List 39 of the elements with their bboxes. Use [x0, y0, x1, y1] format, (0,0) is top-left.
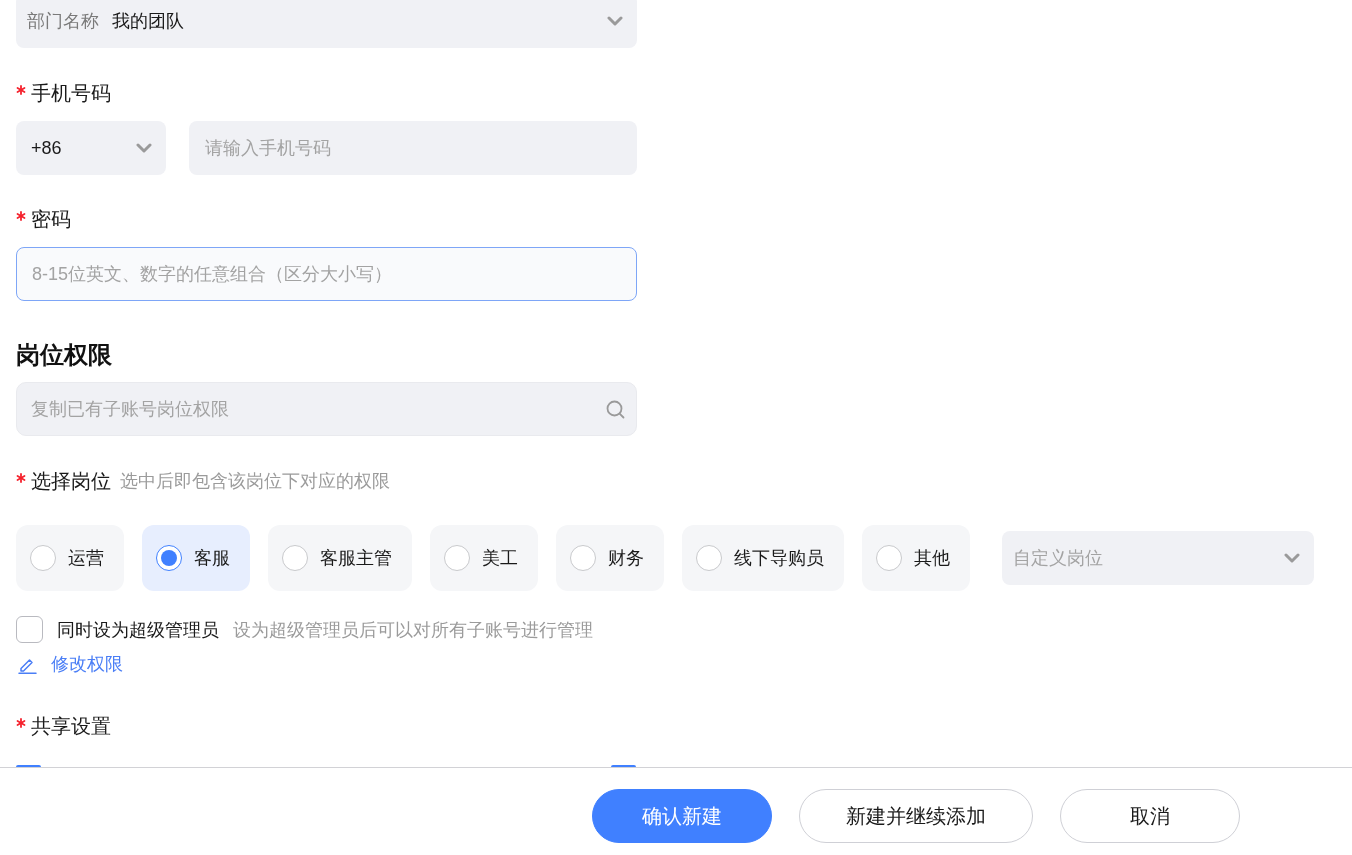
position-option[interactable]: 其他 [862, 525, 970, 591]
select-value: 我的团队 [112, 10, 184, 33]
edit-permissions-link[interactable]: 修改权限 [51, 652, 123, 676]
phone-input[interactable]: 请输入手机号码 [189, 121, 637, 175]
chevron-down-icon [607, 16, 623, 26]
position-option[interactable]: 客服 [142, 525, 250, 591]
position-option[interactable]: 财务 [556, 525, 664, 591]
position-option[interactable]: 美工 [430, 525, 538, 591]
chevron-down-icon [1284, 553, 1300, 563]
radio-icon [570, 545, 596, 571]
radio-icon [30, 545, 56, 571]
checkbox[interactable] [16, 616, 43, 643]
position-option[interactable]: 线下导购员 [682, 525, 844, 591]
position-option[interactable]: 客服主管 [268, 525, 412, 591]
field-label: 选择岗位 [31, 468, 111, 494]
hint-text: 选中后即包含该岗位下对应的权限 [120, 470, 390, 493]
confirm-button[interactable]: 确认新建 [592, 789, 772, 843]
radio-icon [444, 545, 470, 571]
search-field[interactable]: 复制已有子账号岗位权限 [16, 382, 637, 436]
secondary-button[interactable]: 取消 [1060, 789, 1240, 843]
section-title: 岗位权限 [16, 340, 112, 370]
field-label: 密码 [31, 206, 71, 232]
secondary-button[interactable]: 新建并继续添加 [799, 789, 1033, 843]
field-label: 手机号码 [31, 80, 111, 106]
chevron-down-icon [136, 143, 152, 153]
department-select[interactable]: 部门名称 我的团队 [16, 0, 637, 48]
hint-text: 设为超级管理员后可以对所有子账号进行管理 [233, 618, 593, 642]
field-label: 部门名称 [27, 10, 99, 33]
country-code-select[interactable]: +86 [16, 121, 166, 175]
field-label: 共享设置 [31, 713, 111, 739]
radio-icon [876, 545, 902, 571]
password-input[interactable]: 8-15位英文、数字的任意组合（区分大小写） [16, 247, 637, 301]
radio-icon [282, 545, 308, 571]
select-placeholder: 自定义岗位 [1013, 547, 1103, 570]
position-option[interactable]: 运营 [16, 525, 124, 591]
search-icon [606, 400, 625, 419]
radio-icon [156, 545, 182, 571]
radio-icon [696, 545, 722, 571]
checkbox-label: 同时设为超级管理员 [57, 618, 219, 642]
